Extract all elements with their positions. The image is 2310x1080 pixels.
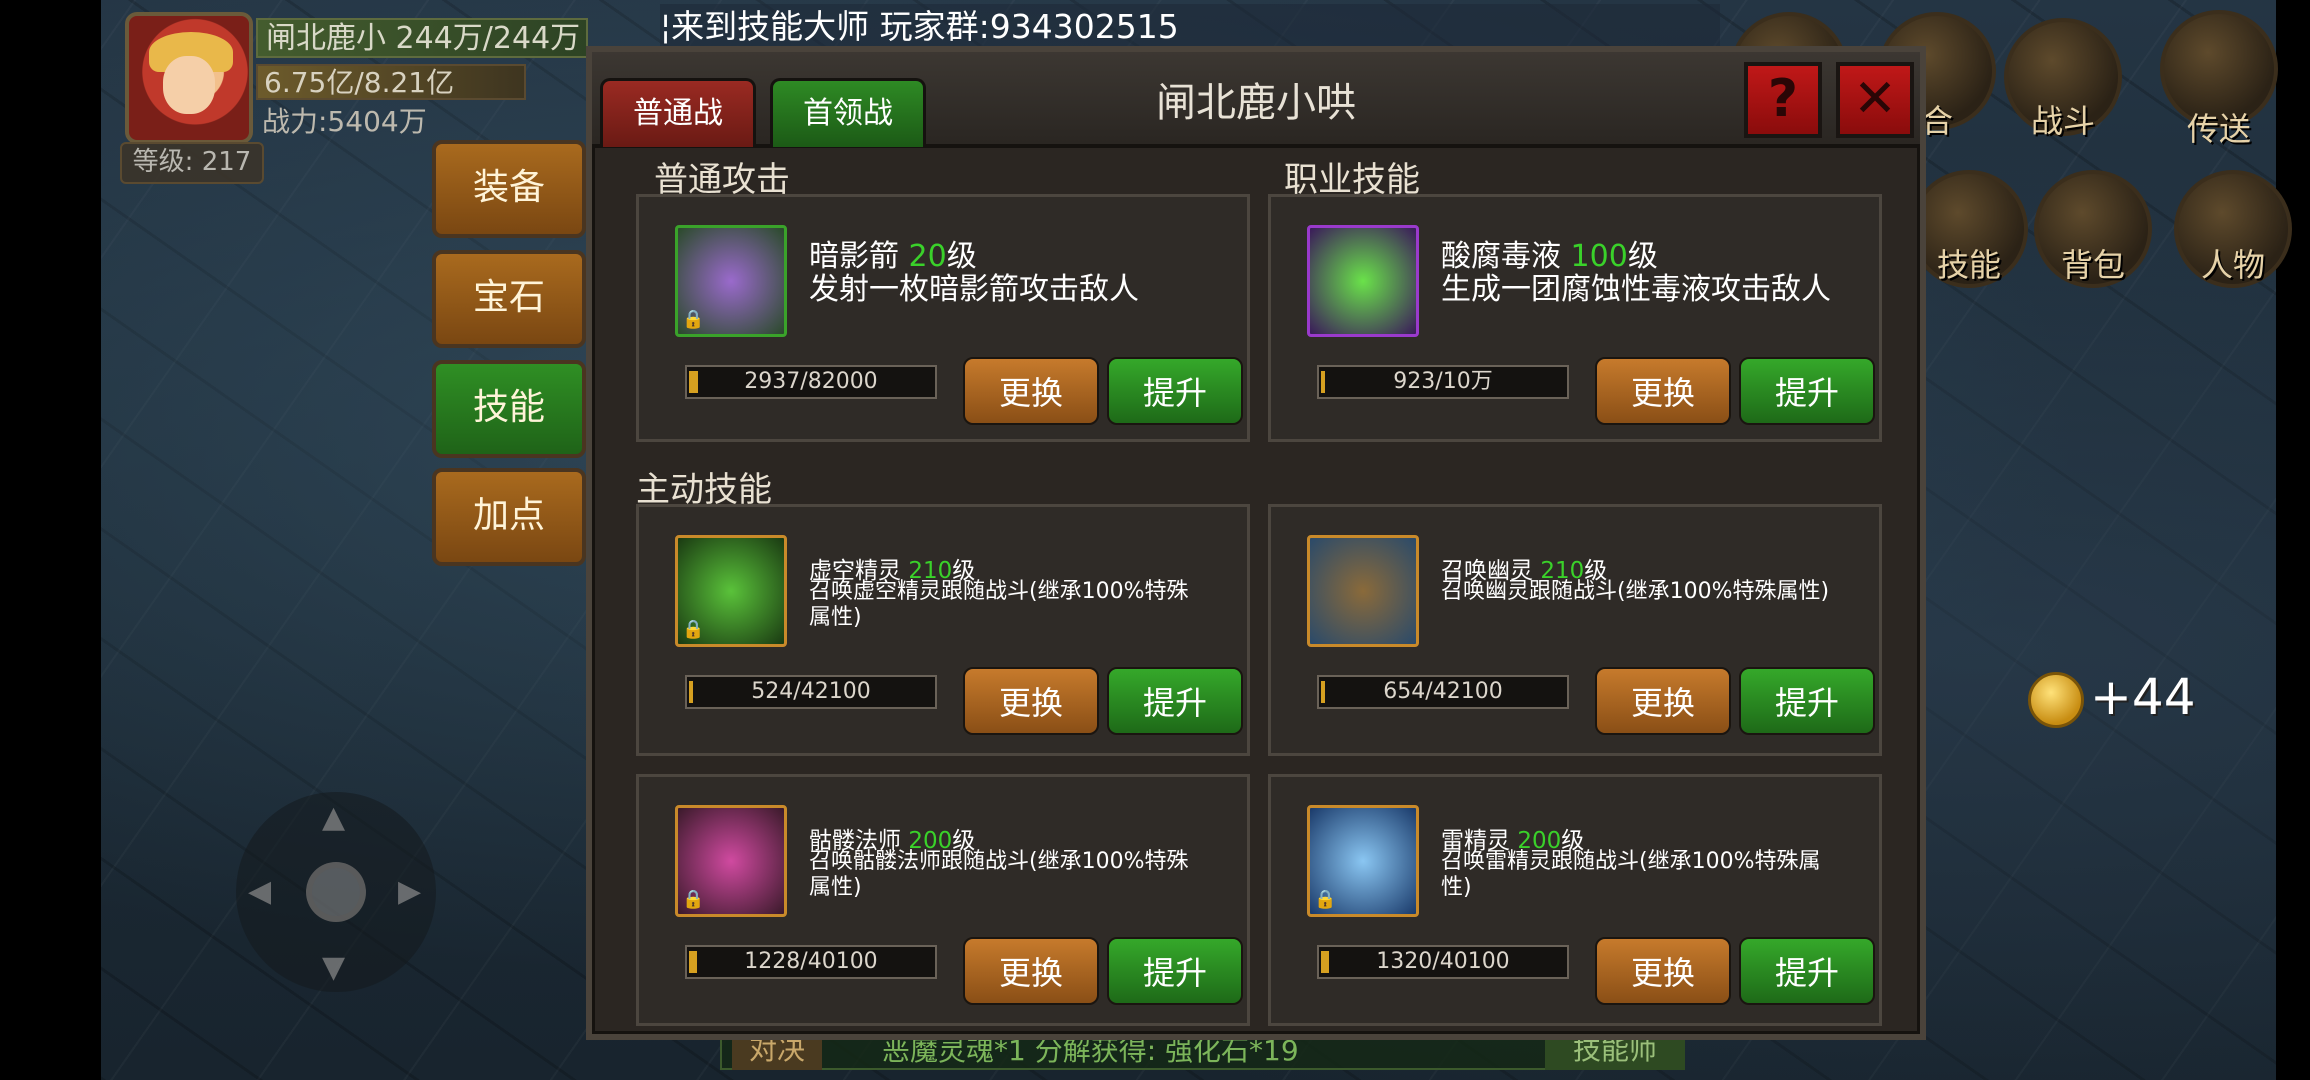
joystick-down-icon: ▼ [322, 950, 346, 985]
skill-card: 召唤幽灵 210级 召唤幽灵跟随战斗(继承100%特殊属性) 654/42100… [1268, 504, 1882, 756]
lock-icon: 🔒 [682, 309, 705, 330]
replace-button[interactable]: 更换 [963, 937, 1099, 1005]
upgrade-button[interactable]: 提升 [1107, 667, 1243, 735]
skill-card: 🔒 暗影箭 20级 发射一枚暗影箭攻击敌人 2937/82000 更换 提升 [636, 194, 1250, 442]
upgrade-button[interactable]: 提升 [1739, 667, 1875, 735]
skill-card: 🔒 虚空精灵 210级 召唤虚空精灵跟随战斗(继承100%特殊属性) 524/4… [636, 504, 1250, 756]
progress-fill [1321, 951, 1329, 973]
replace-button[interactable]: 更换 [963, 357, 1099, 425]
skill-progress-bar: 923/10万 [1317, 365, 1569, 399]
skill-panel: 普通战 首领战 闸北鹿小哄 ? ✕ 普通攻击 职业技能 主动技能 🔒 暗影箭 2… [586, 46, 1926, 1040]
replace-button[interactable]: 更换 [1595, 937, 1731, 1005]
lock-icon: 🔒 [682, 619, 705, 640]
tab-points[interactable]: 加点 [432, 468, 586, 566]
skill-progress-bar: 2937/82000 [685, 365, 937, 399]
void-spirit-icon[interactable]: 🔒 [675, 535, 787, 647]
player-name-hp: 闸北鹿小 244万/244万 [256, 18, 588, 58]
joystick-right-icon: ▶ [398, 874, 422, 909]
skill-description: 召唤骷髅法师跟随战斗(继承100%特殊属性) [809, 849, 1189, 900]
virtual-joystick[interactable]: ▲ ▼ ◀ ▶ [236, 792, 436, 992]
skill-name: 酸腐毒液 100级 [1441, 239, 1658, 274]
panel-title: 闸北鹿小哄 [1156, 80, 1356, 126]
joystick-knob[interactable] [306, 862, 366, 922]
skill-card: 酸腐毒液 100级 生成一团腐蚀性毒液攻击敌人 923/10万 更换 提升 [1268, 194, 1882, 442]
joystick-up-icon: ▲ [322, 800, 346, 835]
replace-button[interactable]: 更换 [1595, 667, 1731, 735]
shadow-arrow-icon[interactable]: 🔒 [675, 225, 787, 337]
skeleton-mage-icon[interactable]: 🔒 [675, 805, 787, 917]
progress-fill [1321, 681, 1325, 703]
skill-progress-bar: 1228/40100 [685, 945, 937, 979]
teleport-label: 传送 [2186, 110, 2251, 148]
battle-label: 战斗 [2030, 102, 2095, 140]
gold-coin-icon [2028, 672, 2084, 728]
upgrade-button[interactable]: 提升 [1739, 357, 1875, 425]
upgrade-button[interactable]: 提升 [1107, 937, 1243, 1005]
progress-fill [689, 681, 693, 703]
summon-ghost-icon[interactable] [1307, 535, 1419, 647]
skill-name: 暗影箭 20级 [809, 239, 977, 274]
skill-card: 🔒 骷髅法师 200级 召唤骷髅法师跟随战斗(继承100%特殊属性) 1228/… [636, 774, 1250, 1026]
panel-header: 普通战 首领战 闸北鹿小哄 ? ✕ [592, 52, 1920, 148]
skill-description: 发射一枚暗影箭攻击敌人 [809, 272, 1139, 307]
progress-fill [689, 371, 698, 393]
player-exp: 6.75亿/8.21亿 [256, 64, 526, 100]
acid-venom-icon[interactable] [1307, 225, 1419, 337]
skill-description: 召唤雷精灵跟随战斗(继承100%特殊属性) [1441, 849, 1821, 900]
coin-gain-text: +44 [2090, 668, 2196, 726]
announcement-marquee: ¦来到技能大师 玩家群:934302515 [660, 4, 1720, 50]
skill-progress-bar: 1320/40100 [1317, 945, 1569, 979]
avatar-face [163, 56, 215, 114]
thunder-spirit-icon[interactable]: 🔒 [1307, 805, 1419, 917]
help-button[interactable]: ? [1744, 62, 1822, 138]
skill-description: 召唤虚空精灵跟随战斗(继承100%特殊属性) [809, 579, 1189, 630]
skill-hud-label: 技能 [1936, 246, 2001, 284]
upgrade-button[interactable]: 提升 [1739, 937, 1875, 1005]
progress-fill [689, 951, 697, 973]
character-label: 人物 [2200, 246, 2265, 284]
joystick-left-icon: ◀ [248, 874, 272, 909]
tab-skills[interactable]: 技能 [432, 360, 586, 458]
bag-label: 背包 [2060, 246, 2125, 284]
tab-gems[interactable]: 宝石 [432, 250, 586, 348]
progress-fill [1321, 371, 1325, 393]
replace-button[interactable]: 更换 [963, 667, 1099, 735]
upgrade-button[interactable]: 提升 [1107, 357, 1243, 425]
player-power: 战力:5404万 [262, 105, 427, 138]
skill-description: 生成一团腐蚀性毒液攻击敌人 [1441, 272, 1831, 307]
player-avatar[interactable] [125, 12, 253, 144]
skill-description: 召唤幽灵跟随战斗(继承100%特殊属性) [1441, 579, 1830, 604]
skill-progress-bar: 654/42100 [1317, 675, 1569, 709]
tab-equipment[interactable]: 装备 [432, 140, 586, 238]
screen-left-border [0, 0, 101, 1080]
player-level: 等级: 217 [120, 142, 264, 184]
close-button[interactable]: ✕ [1836, 62, 1914, 138]
replace-button[interactable]: 更换 [1595, 357, 1731, 425]
lock-icon: 🔒 [682, 889, 705, 910]
lock-icon: 🔒 [1314, 889, 1337, 910]
skill-card: 🔒 雷精灵 200级 召唤雷精灵跟随战斗(继承100%特殊属性) 1320/40… [1268, 774, 1882, 1026]
skill-progress-bar: 524/42100 [685, 675, 937, 709]
screen-right-border [2276, 0, 2310, 1080]
